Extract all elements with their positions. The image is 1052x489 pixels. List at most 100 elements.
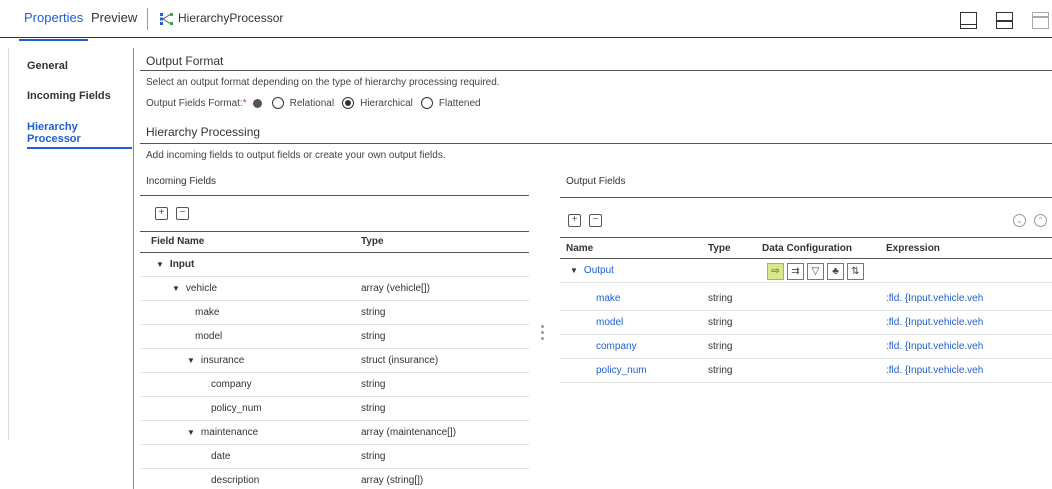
output-field-name[interactable]: company	[596, 341, 637, 352]
remove-field-icon[interactable]: −	[176, 207, 189, 220]
required-mark: *	[242, 97, 247, 109]
remove-output-field-icon[interactable]: −	[589, 214, 602, 227]
radio-circle[interactable]	[420, 97, 433, 109]
info-icon[interactable]	[252, 98, 262, 108]
table-row[interactable]: policy_num string :fld. {Input.vehicle.v…	[560, 359, 1052, 383]
table-row[interactable]: company string	[140, 373, 529, 397]
collapse-all-icon[interactable]: ⌃	[1034, 214, 1047, 227]
column-header-field-name[interactable]: Field Name	[151, 236, 204, 247]
column-header-type[interactable]: Type	[708, 243, 731, 254]
radio-circle[interactable]	[271, 97, 284, 109]
section-rule	[140, 70, 1052, 71]
table-row[interactable]: company string :fld. {Input.vehicle.veh	[560, 335, 1052, 359]
field-type: string	[361, 331, 386, 342]
tab-preview[interactable]: Preview	[91, 10, 137, 25]
column-header-type[interactable]: Type	[361, 236, 384, 247]
table-row[interactable]: make string :fld. {Input.vehicle.veh	[560, 287, 1052, 311]
panel-rule	[560, 237, 1052, 238]
output-field-expression[interactable]: :fld. {Input.vehicle.veh	[886, 293, 983, 304]
field-name: description	[211, 475, 260, 486]
sort-icon[interactable]: ⇅	[847, 263, 864, 280]
add-output-field-icon[interactable]: +	[568, 214, 581, 227]
add-field-icon[interactable]: +	[155, 207, 168, 220]
sidebar-item-incoming-fields[interactable]: Incoming Fields	[27, 90, 111, 102]
sidebar: General Incoming Fields Hierarchy Proces…	[0, 39, 132, 489]
field-type: struct (insurance)	[361, 355, 439, 366]
expand-triangle-icon[interactable]: ▼	[187, 428, 195, 437]
column-header-name[interactable]: Name	[566, 243, 593, 254]
field-name: policy_num	[211, 403, 262, 414]
field-type: string	[361, 307, 386, 318]
table-row[interactable]: model string	[140, 325, 529, 349]
tree-node-insurance[interactable]: ▼ insurance	[187, 355, 244, 366]
output-format-description: Select an output format depending on the…	[146, 77, 500, 88]
radio-flattened[interactable]: Flattened	[420, 97, 481, 109]
tree-node-output[interactable]: ▼ Output	[570, 265, 614, 276]
output-field-type: string	[708, 365, 733, 376]
tree-node-input[interactable]: ▼ Input	[156, 259, 194, 270]
output-fields-format-row: Output Fields Format: * Relational Hierar…	[146, 97, 489, 109]
output-field-name[interactable]: model	[596, 317, 623, 328]
tab-properties[interactable]: Properties	[18, 10, 89, 41]
radio-hierarchical[interactable]: Hierarchical	[342, 97, 413, 109]
join-icon[interactable]: ⇉	[787, 263, 804, 280]
field-type: string	[361, 403, 386, 414]
expand-triangle-icon[interactable]: ▼	[187, 356, 195, 365]
output-field-expression[interactable]: :fld. {Input.vehicle.veh	[886, 317, 983, 328]
sidebar-divider	[133, 48, 134, 489]
field-name: make	[195, 307, 220, 318]
radio-relational[interactable]: Relational	[271, 97, 334, 109]
table-row[interactable]: make string	[140, 301, 529, 325]
panel-rule	[140, 195, 529, 196]
data-configuration-toolbar: ⇨ ⇉ ▽ ♣ ⇅	[767, 263, 867, 280]
sidebar-item-hierarchy-processor[interactable]: Hierarchy Processor	[27, 121, 132, 149]
panel-rule	[140, 231, 529, 232]
layout-top-panel-icon[interactable]	[1032, 12, 1049, 29]
hierarchy-processor-icon	[160, 13, 173, 25]
field-type: array (vehicle[])	[361, 283, 430, 294]
output-field-type: string	[708, 293, 733, 304]
section-rule	[140, 143, 1052, 144]
expand-triangle-icon[interactable]: ▼	[172, 284, 180, 293]
field-type: array (string[])	[361, 475, 424, 486]
expand-all-icon[interactable]: ⌄	[1013, 214, 1026, 227]
expand-triangle-icon[interactable]: ▼	[156, 260, 164, 269]
table-row[interactable]: policy_num string	[140, 397, 529, 421]
output-field-expression[interactable]: :fld. {Input.vehicle.veh	[886, 365, 983, 376]
expand-triangle-icon[interactable]: ▼	[570, 266, 578, 275]
field-type: array (maintenance[])	[361, 427, 457, 438]
output-field-type: string	[708, 317, 733, 328]
table-row[interactable]: description array (string[])	[140, 469, 529, 489]
table-row[interactable]: model string :fld. {Input.vehicle.veh	[560, 311, 1052, 335]
radio-circle-checked[interactable]	[342, 97, 355, 109]
tree-node-vehicle[interactable]: ▼ vehicle	[172, 283, 217, 294]
table-row[interactable]: ▼ vehicle array (vehicle[])	[140, 277, 529, 301]
table-row[interactable]: ▼ insurance struct (insurance)	[140, 349, 529, 373]
tree-node-maintenance[interactable]: ▼ maintenance	[187, 427, 258, 438]
output-field-expression[interactable]: :fld. {Input.vehicle.veh	[886, 341, 983, 352]
output-fields-format-label: Output Fields Format:	[146, 97, 243, 109]
sidebar-item-general[interactable]: General	[27, 60, 68, 72]
table-row[interactable]: ▼ maintenance array (maintenance[])	[140, 421, 529, 445]
output-field-type: string	[708, 341, 733, 352]
output-field-name[interactable]: make	[596, 293, 620, 304]
incoming-fields-title: Incoming Fields	[146, 176, 217, 187]
table-row[interactable]: date string	[140, 445, 529, 469]
hierarchy-processing-description: Add incoming fields to output fields or …	[146, 150, 446, 161]
top-bar: Properties Preview HierarchyProcessor	[0, 0, 1052, 41]
output-field-name[interactable]: policy_num	[596, 365, 647, 376]
hierarchy-icon[interactable]: ♣	[827, 263, 844, 280]
panel-rule	[560, 197, 1052, 198]
column-header-data-configuration[interactable]: Data Configuration	[762, 243, 852, 254]
field-name: model	[195, 331, 223, 342]
layout-bottom-panel-icon[interactable]	[960, 12, 977, 29]
output-fields-title: Output Fields	[566, 176, 626, 187]
layout-split-icon[interactable]	[996, 12, 1013, 29]
map-fields-icon[interactable]: ⇨	[767, 263, 784, 280]
filter-icon[interactable]: ▽	[807, 263, 824, 280]
hierarchy-processing-title: Hierarchy Processing	[146, 125, 261, 139]
column-header-expression[interactable]: Expression	[886, 243, 940, 254]
panel-splitter-handle[interactable]	[541, 325, 545, 349]
table-row[interactable]: ▼ Input	[140, 253, 529, 277]
processor-title: HierarchyProcessor	[178, 11, 284, 25]
